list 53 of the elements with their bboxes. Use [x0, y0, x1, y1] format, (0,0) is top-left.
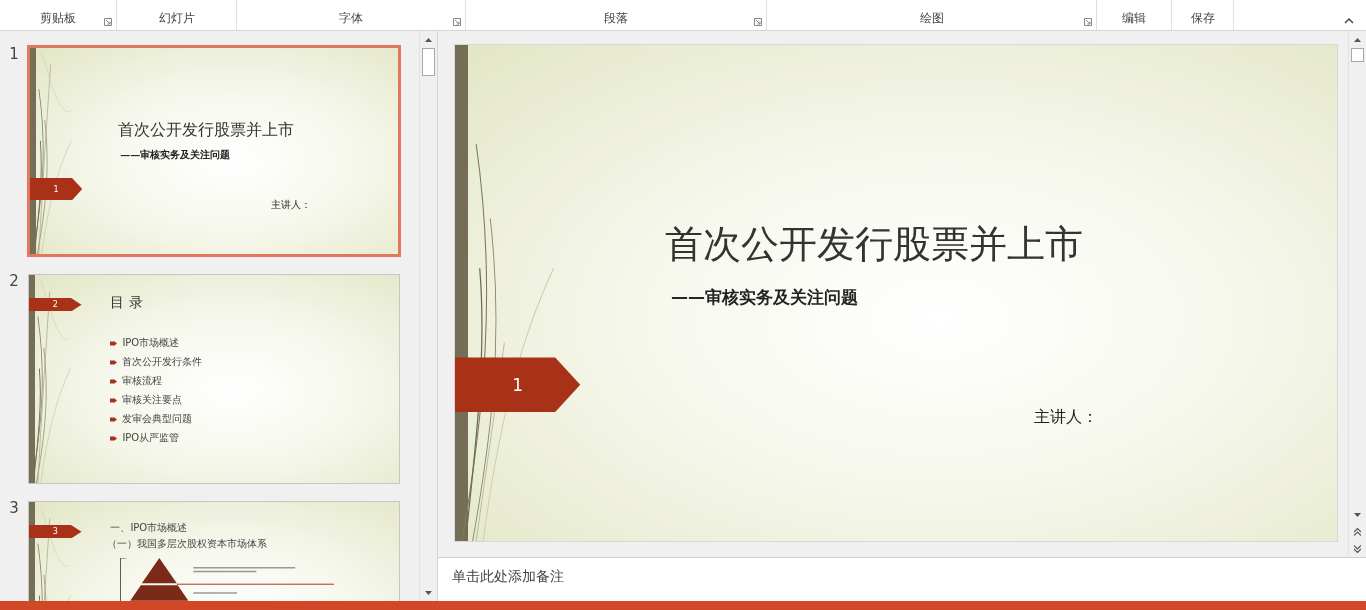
up-arrow-icon [425, 37, 432, 42]
slide-number: 3 [8, 499, 20, 517]
ribbon-group-label: 绘图 [919, 10, 944, 27]
presenter-label: 主讲人： [271, 198, 312, 213]
slide-title: 首次公开发行股票并上市 [664, 220, 1083, 268]
list-item-text: 发审会典型问题 [122, 413, 193, 426]
slide-number: 2 [8, 272, 20, 290]
presenter-label: 主讲人： [1033, 407, 1098, 429]
slide-title: 目 录 [110, 293, 143, 312]
slide-number-tag: 3 [29, 524, 82, 539]
slide-number-tag: 2 [29, 297, 82, 312]
scroll-thumb[interactable] [1351, 48, 1364, 62]
slide-thumbnail[interactable]: 1 首次公开发行股票并上市 ——审核实务及关注问题 主讲人： [27, 45, 401, 257]
scroll-thumb[interactable] [422, 48, 435, 76]
ribbon-group-label: 保存 [1190, 10, 1215, 27]
bullet-icon [110, 340, 118, 346]
double-up-arrow-icon [1354, 527, 1361, 536]
down-arrow-icon [425, 590, 432, 595]
bullet-icon [110, 416, 118, 422]
down-arrow-icon [1354, 512, 1361, 517]
bullet-icon [110, 359, 118, 365]
double-down-arrow-icon [1354, 544, 1361, 553]
list-item-text: 审核流程 [122, 375, 163, 388]
ribbon-group-label: 字体 [339, 10, 363, 27]
slide-number-tag: 1 [455, 357, 581, 412]
list-item-text: IPO从严监管 [122, 432, 180, 445]
ribbon-group-label: 编辑 [1122, 10, 1146, 27]
slide-subheading: （一）我国多层次股权资本市场体系 [106, 537, 267, 552]
bullet-icon [110, 397, 118, 403]
slide-subtitle: ——审核实务及关注问题 [120, 147, 231, 162]
slide-title: 首次公开发行股票并上市 [117, 120, 294, 142]
slide-subtitle: ——审核实务及关注问题 [671, 285, 859, 309]
slide-canvas[interactable]: 1 首次公开发行股票并上市 ——审核实务及关注问题 主讲人： [455, 45, 1337, 541]
slide-number-tag: 1 [30, 177, 83, 201]
slide-thumbnail[interactable]: 2 目 录 IPO市场概述 首次公开发行条件 审核流程 审核关注要点 发审会典型问题 IPO从严监管 [28, 274, 400, 484]
slide-number: 1 [8, 45, 20, 63]
slide-heading: 一、IPO市场概述 [110, 520, 188, 535]
dialog-launcher-icon[interactable] [754, 18, 762, 26]
ribbon-group-label: 段落 [604, 10, 628, 27]
list-item-text: 首次公开发行条件 [122, 356, 203, 369]
up-arrow-icon [1354, 37, 1361, 42]
ribbon-group-label: 剪贴板 [40, 10, 76, 27]
ribbon-group-label: 幻灯片 [158, 10, 195, 27]
dialog-launcher-icon[interactable] [104, 18, 112, 26]
dialog-launcher-icon[interactable] [1084, 18, 1092, 26]
list-item-text: IPO市场概述 [122, 337, 180, 350]
bullet-icon [110, 435, 118, 441]
collapse-ribbon-icon[interactable] [1344, 16, 1354, 24]
notes-placeholder[interactable]: 单击此处添加备注 [452, 568, 564, 584]
list-item-text: 审核关注要点 [122, 394, 183, 407]
bullet-icon [110, 378, 118, 384]
dialog-launcher-icon[interactable] [453, 18, 461, 26]
slide-thumbnail[interactable]: 3 一、IPO市场概述 （一）我国多层次股权资本市场体系 [28, 501, 400, 601]
